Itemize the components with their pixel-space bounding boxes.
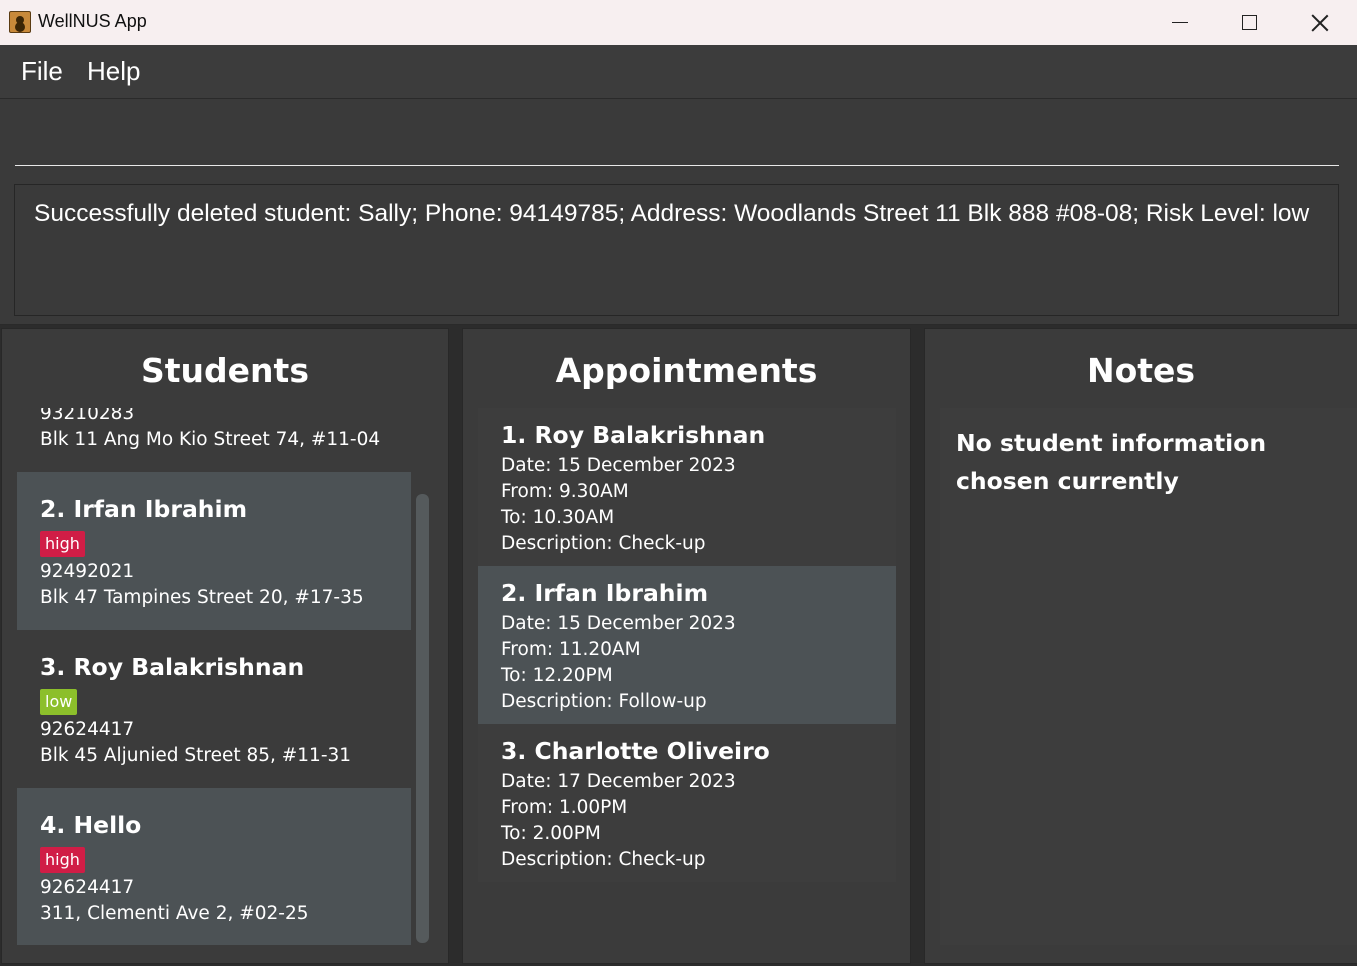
appointment-name: 3. Charlotte Oliveiro xyxy=(501,737,770,765)
student-card[interactable]: 3. Roy Balakrishnan low 92624417 Blk 45 … xyxy=(17,630,411,788)
student-name: 3. Roy Balakrishnan xyxy=(40,653,305,681)
menu-file[interactable]: File xyxy=(21,56,63,87)
menu-help[interactable]: Help xyxy=(87,56,140,87)
student-card[interactable]: 2. Irfan Ibrahim high 92492021 Blk 47 Ta… xyxy=(17,472,411,630)
result-display-area: Successfully deleted student: Sally; Pho… xyxy=(0,176,1357,325)
appointment-name: 1. Roy Balakrishnan xyxy=(501,421,766,449)
student-address: Blk 11 Ang Mo Kio Street 74, #11-04 xyxy=(40,429,381,450)
risk-badge: low xyxy=(40,689,78,715)
student-phone: 92492021 xyxy=(40,561,135,582)
command-input[interactable] xyxy=(15,109,1339,166)
notes-title: Notes xyxy=(1086,351,1196,390)
student-name: 2. Irfan Ibrahim xyxy=(40,495,248,523)
appointment-to: To: 10.30AM xyxy=(501,507,615,528)
appointment-to: To: 12.20PM xyxy=(501,665,613,686)
notes-panel: Notes No student information chosen curr… xyxy=(924,328,1357,964)
appointment-date: Date: 15 December 2023 xyxy=(501,455,736,476)
appointment-description: Description: Follow-up xyxy=(501,691,707,712)
student-list[interactable]: 93210283 Blk 11 Ang Mo Kio Street 74, #1… xyxy=(17,408,411,945)
window-title: WellNUS App xyxy=(38,11,147,31)
appointments-title: Appointments xyxy=(555,351,818,390)
minimize-icon xyxy=(1172,21,1188,24)
appointment-card[interactable]: 2. Irfan Ibrahim Date: 15 December 2023 … xyxy=(478,566,896,724)
notes-display: No student information chosen currently xyxy=(940,408,1357,945)
student-address: 311, Clementi Ave 2, #02-25 xyxy=(40,903,309,924)
students-title: Students xyxy=(141,351,309,390)
appointment-description: Description: Check-up xyxy=(501,849,706,870)
minimize-button[interactable] xyxy=(1145,0,1215,45)
appointment-date: Date: 17 December 2023 xyxy=(501,771,736,792)
appointment-to: To: 2.00PM xyxy=(501,823,601,844)
close-icon xyxy=(1311,14,1329,32)
menu-bar: File Help xyxy=(0,45,1357,99)
appointment-list[interactable]: 1. Roy Balakrishnan Date: 15 December 20… xyxy=(478,408,896,882)
appointment-date: Date: 15 December 2023 xyxy=(501,613,736,634)
appointment-name: 2. Irfan Ibrahim xyxy=(501,579,709,607)
student-phone: 92624417 xyxy=(40,877,135,898)
student-address: Blk 45 Aljunied Street 85, #11-31 xyxy=(40,745,352,766)
appointment-from: From: 9.30AM xyxy=(501,481,629,502)
result-display: Successfully deleted student: Sally; Pho… xyxy=(14,184,1339,316)
student-address: Blk 47 Tampines Street 20, #17-35 xyxy=(40,587,364,608)
main-panels: Students 93210283 Blk 11 Ang Mo Kio Stre… xyxy=(0,325,1357,966)
students-panel: Students 93210283 Blk 11 Ang Mo Kio Stre… xyxy=(1,328,449,964)
student-scrollbar-thumb[interactable] xyxy=(416,494,429,943)
appointment-from: From: 11.20AM xyxy=(501,639,641,660)
student-phone: 93210283 xyxy=(40,408,135,424)
maximize-button[interactable] xyxy=(1214,0,1284,45)
app-icon xyxy=(9,11,31,33)
risk-badge: high xyxy=(40,531,85,557)
appointment-from: From: 1.00PM xyxy=(501,797,628,818)
risk-badge: high xyxy=(40,847,85,873)
student-card[interactable]: 4. Hello high 92624417 311, Clementi Ave… xyxy=(17,788,411,945)
title-bar: WellNUS App xyxy=(0,0,1357,45)
appointment-card[interactable]: 1. Roy Balakrishnan Date: 15 December 20… xyxy=(478,408,896,566)
maximize-icon xyxy=(1241,15,1257,30)
command-box xyxy=(0,99,1357,176)
appointment-card[interactable]: 3. Charlotte Oliveiro Date: 17 December … xyxy=(478,724,896,882)
student-name: 4. Hello xyxy=(40,811,142,839)
result-message: Successfully deleted student: Sally; Pho… xyxy=(34,200,1310,227)
student-card[interactable]: 93210283 Blk 11 Ang Mo Kio Street 74, #1… xyxy=(17,408,411,472)
appointment-description: Description: Check-up xyxy=(501,533,706,554)
student-phone: 92624417 xyxy=(40,719,135,740)
close-button[interactable] xyxy=(1285,0,1355,45)
appointments-panel: Appointments 1. Roy Balakrishnan Date: 1… xyxy=(462,328,911,964)
notes-message: No student information chosen currently xyxy=(956,429,1267,495)
